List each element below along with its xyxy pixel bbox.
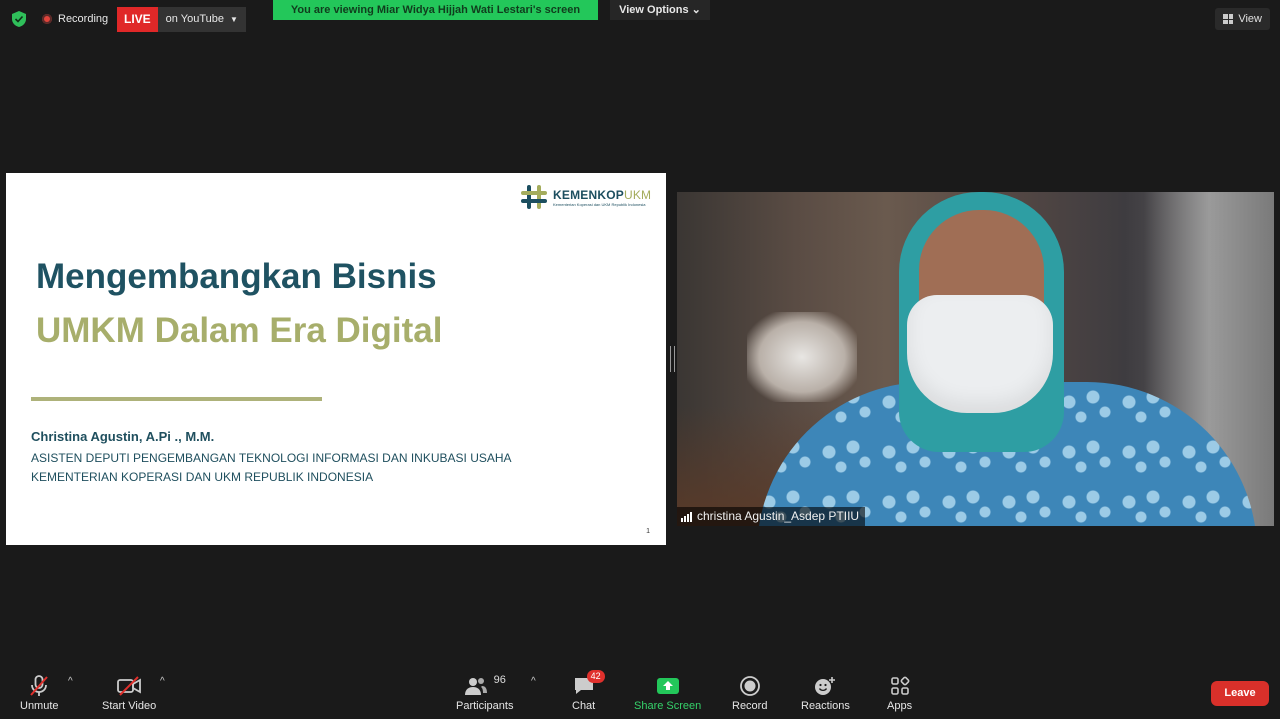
recording-label: Recording <box>58 13 109 25</box>
kemenkop-ukm-logo: KEMENKOPUKM Kementerian Koperasi dan UKM… <box>520 183 651 211</box>
live-destination-dropdown[interactable]: on YouTube ▼ <box>157 7 246 32</box>
share-screen-button[interactable]: Share Screen <box>634 674 701 712</box>
logo-subtitle: Kementerian Koperasi dan UKM Republik In… <box>553 201 646 207</box>
reactions-smiley-icon <box>815 677 836 695</box>
slide-divider <box>31 397 322 401</box>
kemenkop-logo-mark-icon <box>521 185 547 209</box>
view-layout-button[interactable]: View <box>1215 8 1270 30</box>
muted-microphone-icon <box>30 675 49 696</box>
presenter-role-line1: ASISTEN DEPUTI PENGEMBANGAN TEKNOLOGI IN… <box>31 451 512 465</box>
leave-meeting-button[interactable]: Leave <box>1211 681 1269 706</box>
caret-down-icon: ▼ <box>230 15 238 24</box>
slide-page-number: 1 <box>646 528 650 535</box>
video-off-icon <box>117 676 142 696</box>
screen-share-viewing-banner: You are viewing Miar Widya Hijjah Wati L… <box>273 0 598 20</box>
logo-name-part2: UKM <box>623 187 652 202</box>
start-video-label: Start Video <box>102 700 157 712</box>
participant-video-tile[interactable]: christina Agustin_Asdep PTIIU <box>677 192 1274 526</box>
start-video-button[interactable]: Start Video <box>102 674 156 712</box>
apps-button[interactable]: Apps <box>887 674 912 712</box>
view-label: View <box>1238 13 1262 25</box>
participants-options-caret-icon[interactable]: ^ <box>531 676 536 687</box>
record-icon <box>739 676 760 696</box>
share-screen-icon <box>656 678 679 694</box>
record-button[interactable]: Record <box>732 674 767 712</box>
shared-screen-slide: KEMENKOPUKM Kementerian Koperasi dan UKM… <box>6 173 666 545</box>
participant-name: christina Agustin_Asdep PTIIU <box>697 509 860 523</box>
security-shield-icon[interactable] <box>10 10 28 28</box>
apps-icon <box>890 676 909 695</box>
unmute-label: Unmute <box>20 700 59 712</box>
participants-label: Participants <box>456 700 514 712</box>
signal-strength-icon <box>681 511 692 522</box>
participants-button[interactable]: 96 Participants <box>456 674 513 712</box>
chat-button[interactable]: 42 Chat <box>572 670 605 712</box>
unmute-button[interactable]: Unmute <box>20 674 59 712</box>
apps-label: Apps <box>887 700 913 712</box>
chat-label: Chat <box>572 700 596 712</box>
participants-count: 96 <box>493 674 506 686</box>
participant-name-tag: christina Agustin_Asdep PTIIU <box>677 507 866 526</box>
reactions-button[interactable]: Reactions <box>801 674 850 712</box>
audio-options-caret-icon[interactable]: ^ <box>68 676 73 687</box>
participants-icon <box>464 678 487 695</box>
video-options-caret-icon[interactable]: ^ <box>160 676 165 687</box>
share-screen-label: Share Screen <box>634 700 702 712</box>
record-label: Record <box>732 700 768 712</box>
live-badge: LIVE <box>117 7 158 32</box>
reactions-label: Reactions <box>801 700 850 712</box>
grid-view-icon <box>1223 14 1234 24</box>
live-streaming-indicator[interactable]: LIVE on YouTube ▼ <box>117 7 246 32</box>
split-view-resize-handle[interactable] <box>670 346 675 372</box>
presenter-role-line2: KEMENTERIAN KOPERASI DAN UKM REPUBLIK IN… <box>31 470 374 484</box>
logo-name-part1: KEMENKOP <box>553 187 624 202</box>
view-options-label: View Options <box>619 4 689 16</box>
slide-title-line2: UMKM Dalam Era Digital <box>36 311 443 350</box>
live-destination-label: on YouTube <box>165 13 224 25</box>
chevron-down-icon: ⌄ <box>691 4 701 16</box>
view-options-button[interactable]: View Options ⌄ <box>610 0 710 20</box>
recording-indicator[interactable]: Recording <box>42 8 108 30</box>
chat-unread-badge: 42 <box>586 670 605 683</box>
record-dot-icon <box>42 14 52 24</box>
presenter-name: Christina Agustin, A.Pi ., M.M. <box>31 429 215 444</box>
slide-title-line1: Mengembangkan Bisnis <box>36 257 437 296</box>
